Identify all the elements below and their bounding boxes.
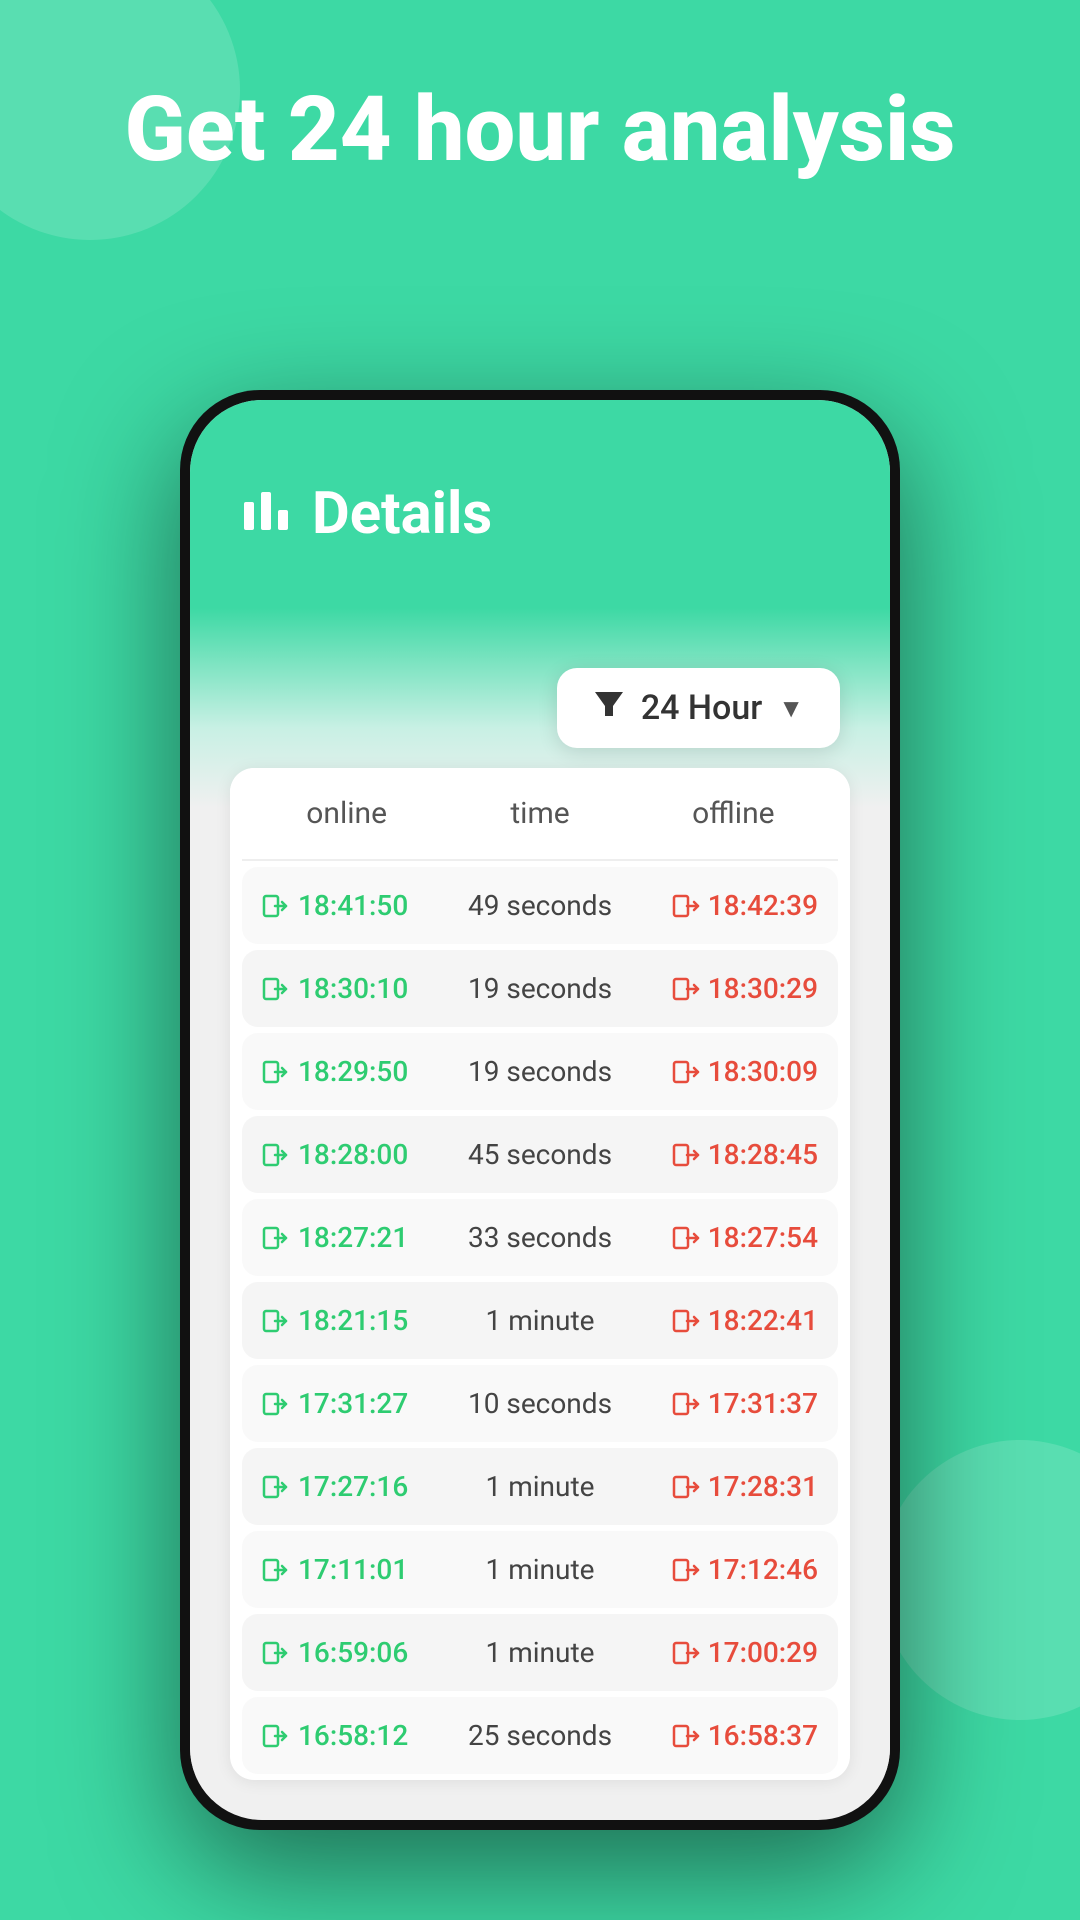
login-icon bbox=[262, 1390, 290, 1418]
logout-icon bbox=[672, 1390, 700, 1418]
table-row: 16:59:06 1 minute 17:00:29 bbox=[242, 1614, 838, 1691]
online-cell: 18:30:10 bbox=[262, 972, 447, 1005]
table-divider bbox=[242, 859, 838, 861]
logout-icon bbox=[672, 892, 700, 920]
logout-icon bbox=[672, 1141, 700, 1169]
offline-cell: 18:28:45 bbox=[633, 1138, 818, 1171]
table-row: 18:27:21 33 seconds 18:27:54 bbox=[242, 1199, 838, 1276]
logout-icon bbox=[672, 1307, 700, 1335]
login-icon bbox=[262, 975, 290, 1003]
login-icon bbox=[262, 1141, 290, 1169]
col-time: time bbox=[443, 796, 636, 831]
logout-icon bbox=[672, 1722, 700, 1750]
table-row: 18:41:50 49 seconds 18:42:39 bbox=[242, 867, 838, 944]
time-cell: 49 seconds bbox=[447, 889, 632, 922]
app-body: 24 Hour ▼ online time offline 18:41:50 bbox=[190, 608, 890, 1800]
table-row: 17:31:27 10 seconds 17:31:37 bbox=[242, 1365, 838, 1442]
online-cell: 17:11:01 bbox=[262, 1553, 447, 1586]
logout-icon bbox=[672, 1058, 700, 1086]
table-header: online time offline bbox=[230, 768, 850, 859]
online-cell: 16:58:12 bbox=[262, 1719, 447, 1752]
offline-cell: 17:31:37 bbox=[633, 1387, 818, 1420]
phone-frame: Details 24 Hour ▼ on bbox=[180, 390, 900, 1830]
login-icon bbox=[262, 1058, 290, 1086]
logout-icon bbox=[672, 1556, 700, 1584]
offline-cell: 18:30:29 bbox=[633, 972, 818, 1005]
logout-icon bbox=[672, 1639, 700, 1667]
time-cell: 1 minute bbox=[447, 1304, 632, 1337]
online-cell: 18:29:50 bbox=[262, 1055, 447, 1088]
time-cell: 19 seconds bbox=[447, 1055, 632, 1088]
time-cell: 1 minute bbox=[447, 1553, 632, 1586]
time-cell: 1 minute bbox=[447, 1636, 632, 1669]
login-icon bbox=[262, 1556, 290, 1584]
app-title: Details bbox=[312, 480, 492, 548]
online-cell: 18:27:21 bbox=[262, 1221, 447, 1254]
hero-title: Get 24 hour analysis bbox=[0, 80, 1080, 179]
offline-cell: 18:30:09 bbox=[633, 1055, 818, 1088]
online-cell: 16:59:06 bbox=[262, 1636, 447, 1669]
table-row: 18:21:15 1 minute 18:22:41 bbox=[242, 1282, 838, 1359]
login-icon bbox=[262, 1722, 290, 1750]
table-row: 18:29:50 19 seconds 18:30:09 bbox=[242, 1033, 838, 1110]
offline-cell: 18:22:41 bbox=[633, 1304, 818, 1337]
col-online: online bbox=[250, 796, 443, 831]
table-row: 18:28:00 45 seconds 18:28:45 bbox=[242, 1116, 838, 1193]
filter-dropdown[interactable]: 24 Hour ▼ bbox=[557, 668, 840, 748]
session-table: online time offline 18:41:50 49 seconds bbox=[230, 768, 850, 1780]
offline-cell: 17:28:31 bbox=[633, 1470, 818, 1503]
online-cell: 18:28:00 bbox=[262, 1138, 447, 1171]
filter-label: 24 Hour bbox=[641, 688, 762, 728]
login-icon bbox=[262, 1224, 290, 1252]
bg-circle-bottom-right bbox=[880, 1440, 1080, 1720]
login-icon bbox=[262, 1639, 290, 1667]
login-icon bbox=[262, 892, 290, 920]
online-cell: 17:27:16 bbox=[262, 1470, 447, 1503]
online-cell: 17:31:27 bbox=[262, 1387, 447, 1420]
phone-screen: Details 24 Hour ▼ on bbox=[190, 400, 890, 1820]
app-header: Details bbox=[190, 400, 890, 608]
table-body: 18:41:50 49 seconds 18:42:39 18:30:10 19… bbox=[230, 867, 850, 1774]
chart-icon bbox=[240, 482, 292, 547]
logout-icon bbox=[672, 1224, 700, 1252]
time-cell: 25 seconds bbox=[447, 1719, 632, 1752]
login-icon bbox=[262, 1307, 290, 1335]
table-row: 16:58:12 25 seconds 16:58:37 bbox=[242, 1697, 838, 1774]
login-icon bbox=[262, 1473, 290, 1501]
offline-cell: 17:12:46 bbox=[633, 1553, 818, 1586]
col-offline: offline bbox=[637, 796, 830, 831]
time-cell: 33 seconds bbox=[447, 1221, 632, 1254]
time-cell: 1 minute bbox=[447, 1470, 632, 1503]
table-row: 17:11:01 1 minute 17:12:46 bbox=[242, 1531, 838, 1608]
time-cell: 19 seconds bbox=[447, 972, 632, 1005]
online-cell: 18:21:15 bbox=[262, 1304, 447, 1337]
offline-cell: 18:27:54 bbox=[633, 1221, 818, 1254]
filter-row: 24 Hour ▼ bbox=[220, 668, 860, 768]
time-cell: 10 seconds bbox=[447, 1387, 632, 1420]
logout-icon bbox=[672, 975, 700, 1003]
online-cell: 18:41:50 bbox=[262, 889, 447, 922]
logout-icon bbox=[672, 1473, 700, 1501]
offline-cell: 16:58:37 bbox=[633, 1719, 818, 1752]
filter-icon bbox=[593, 688, 625, 728]
table-row: 17:27:16 1 minute 17:28:31 bbox=[242, 1448, 838, 1525]
chevron-down-icon: ▼ bbox=[778, 693, 804, 724]
offline-cell: 17:00:29 bbox=[633, 1636, 818, 1669]
table-row: 18:30:10 19 seconds 18:30:29 bbox=[242, 950, 838, 1027]
offline-cell: 18:42:39 bbox=[633, 889, 818, 922]
time-cell: 45 seconds bbox=[447, 1138, 632, 1171]
